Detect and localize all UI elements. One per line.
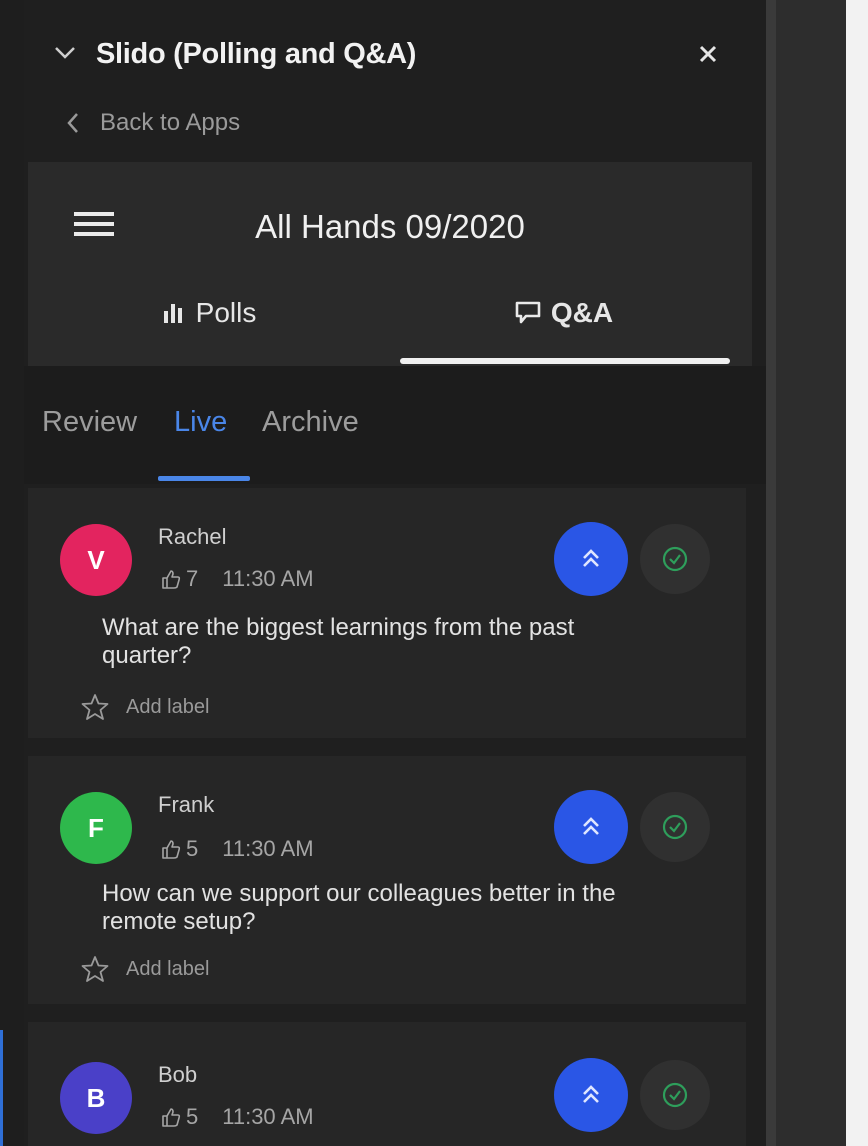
active-tab-indicator	[400, 358, 730, 364]
mark-answered-button[interactable]	[640, 1060, 710, 1130]
question-author: Frank	[158, 792, 215, 817]
question-meta: 7 11:30 AM	[160, 566, 314, 592]
question-text: How can we support our colleagues better…	[102, 880, 616, 935]
panel-header: Slido (Polling and Q&A) Back to Apps	[24, 0, 766, 160]
tab-polls[interactable]: Polls	[28, 282, 390, 344]
question-card: B Bob 5 11:30 AM	[28, 1022, 746, 1146]
chevron-down-icon[interactable]	[52, 40, 78, 66]
question-author: Bob	[158, 1062, 198, 1087]
star-icon	[81, 694, 109, 720]
question-filter-tabs: Review Live Archive	[24, 366, 766, 484]
highlight-button[interactable]	[554, 1058, 628, 1132]
avatar: V	[60, 524, 132, 596]
check-circle-icon	[662, 814, 688, 840]
thumbs-up-icon	[162, 1108, 181, 1127]
speech-bubble-icon	[515, 301, 541, 324]
left-app-edge	[0, 0, 24, 1146]
add-label-text: Add label	[126, 957, 210, 980]
chevron-left-icon	[67, 113, 78, 133]
question-time: 11:30 AM	[222, 836, 314, 861]
add-label-text: Add label	[126, 695, 210, 718]
double-chevron-up-icon	[583, 549, 599, 567]
subtab-live[interactable]: Live	[174, 406, 227, 439]
event-title: All Hands 09/2020	[255, 208, 525, 245]
question-card: V Rachel 7 11:30 AM What are the biggest…	[28, 488, 746, 738]
screen-edge	[846, 0, 868, 1146]
like-count: 7	[186, 566, 199, 591]
close-icon[interactable]	[692, 38, 724, 70]
active-subtab-indicator	[158, 476, 250, 481]
back-to-apps-label: Back to Apps	[100, 109, 241, 136]
question-meta: 5 11:30 AM	[160, 836, 314, 862]
avatar: F	[60, 792, 132, 864]
thumbs-up-icon	[162, 570, 181, 589]
app-title: Slido (Polling and Q&A)	[96, 38, 417, 70]
tab-qa[interactable]: Q&A	[398, 282, 728, 344]
left-edge-accent	[0, 1030, 3, 1146]
question-time: 11:30 AM	[222, 566, 314, 591]
highlight-button[interactable]	[554, 522, 628, 596]
question-card: F Frank 5 11:30 AM How can we support ou…	[28, 756, 746, 1004]
subtab-review[interactable]: Review	[42, 406, 137, 439]
double-chevron-up-icon	[583, 1085, 599, 1103]
tab-qa-label: Q&A	[550, 297, 614, 328]
question-author: Rachel	[158, 524, 227, 549]
right-side-pane	[766, 0, 868, 1146]
check-circle-icon	[662, 1082, 688, 1108]
slido-header: All Hands 09/2020 Polls Q&A	[28, 162, 752, 366]
tab-polls-label: Polls	[195, 297, 257, 328]
question-text: What are the biggest learnings from the …	[102, 614, 575, 669]
add-label-link[interactable]: Add label	[80, 954, 209, 984]
double-chevron-up-icon	[583, 817, 599, 835]
back-to-apps-link[interactable]: Back to Apps	[64, 104, 240, 142]
like-count: 5	[186, 1104, 199, 1129]
bar-chart-icon	[163, 304, 182, 323]
check-circle-icon	[662, 546, 688, 572]
avatar: B	[60, 1062, 132, 1134]
mark-answered-button[interactable]	[640, 524, 710, 594]
add-label-link[interactable]: Add label	[80, 692, 209, 722]
right-pane-inner	[776, 0, 856, 1146]
mark-answered-button[interactable]	[640, 792, 710, 862]
like-count: 5	[186, 836, 199, 861]
thumbs-up-icon	[162, 840, 181, 859]
question-time: 11:30 AM	[222, 1104, 314, 1129]
star-icon	[81, 956, 109, 982]
question-meta: 5 11:30 AM	[160, 1104, 314, 1130]
slido-panel: Slido (Polling and Q&A) Back to Apps All…	[24, 0, 766, 1146]
highlight-button[interactable]	[554, 790, 628, 864]
subtab-archive[interactable]: Archive	[262, 406, 359, 439]
